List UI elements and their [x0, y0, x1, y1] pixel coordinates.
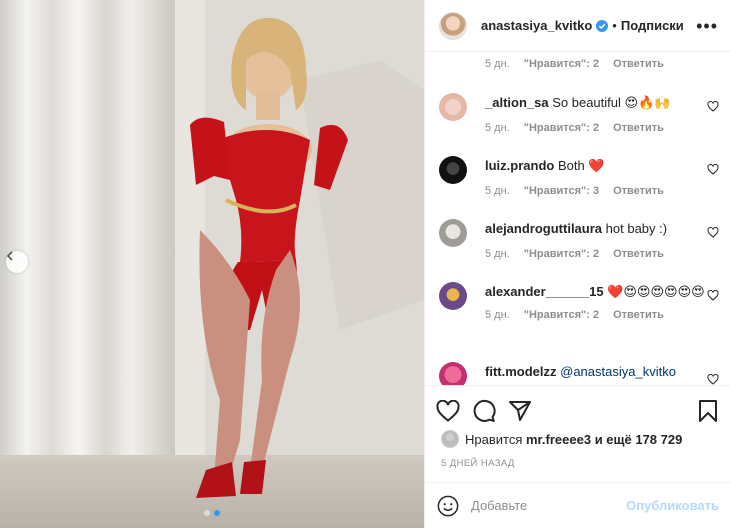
comment-input[interactable]: Добавьте	[471, 498, 626, 513]
comment-time: 5 дн.	[485, 58, 510, 70]
comment-meta: 5 дн. "Нравится": 2 Ответить	[485, 248, 725, 260]
carousel-prev-icon	[6, 251, 13, 261]
comment-likes-count[interactable]: "Нравится": 2	[524, 122, 599, 134]
comment-item: fitt.modelzz @anastasiya_kvitko	[439, 362, 725, 385]
comment-time: 5 дн.	[485, 122, 510, 134]
comment-reply-button[interactable]: Ответить	[613, 248, 664, 260]
save-button[interactable]	[695, 398, 721, 424]
commenter-username[interactable]: alejandroguttilaura	[485, 221, 602, 236]
comment-time: 5 дн.	[485, 185, 510, 197]
comment-reply-button[interactable]: Ответить	[613, 185, 664, 197]
comment-time: 5 дн.	[485, 309, 510, 321]
comment-like-heart-icon[interactable]	[707, 290, 719, 301]
verified-badge-icon	[596, 19, 609, 32]
comment-meta: 5 дн. "Нравится": 2 Ответить	[485, 58, 664, 70]
likes-summary: Нравится mr.freeee3 и ещё 178 729	[441, 430, 682, 448]
comment-item: alejandroguttilaura hot baby :) 5 дн. "Н…	[439, 219, 725, 260]
header-separator: •	[612, 18, 617, 33]
carousel-dot[interactable]	[204, 510, 210, 516]
comments-list: 5 дн. "Нравится": 2 Ответить _altion_sa …	[425, 52, 730, 385]
commenter-username[interactable]: fitt.modelzz	[485, 364, 557, 379]
comment-text: ❤️😍😍😍😍😍😍	[607, 284, 705, 299]
heart-icon	[436, 399, 460, 422]
comment-icon	[473, 399, 496, 422]
post-header: anastasiya_kvitko • Подписки •••	[425, 0, 730, 52]
commenter-username[interactable]: _altion_sa	[485, 95, 549, 110]
comment-likes-count[interactable]: "Нравится": 2	[524, 309, 599, 321]
likes-prefix: Нравится	[465, 431, 523, 447]
carousel-dots	[0, 510, 424, 516]
commenter-avatar[interactable]	[439, 156, 467, 184]
comment-reply-button[interactable]: Ответить	[613, 58, 664, 70]
author-avatar[interactable]	[439, 11, 467, 40]
commenter-avatar[interactable]	[439, 362, 467, 385]
comment-reply-button[interactable]: Ответить	[613, 309, 664, 321]
share-icon	[509, 400, 531, 421]
commenter-avatar[interactable]	[439, 219, 467, 247]
bookmark-icon	[699, 399, 717, 422]
post-action-bar	[425, 385, 730, 435]
commenter-username[interactable]: luiz.prando	[485, 158, 554, 173]
comment-mention-link[interactable]: @anastasiya_kvitko	[560, 364, 676, 379]
add-comment-bar: Добавьте Опубликовать	[425, 482, 730, 528]
publish-button[interactable]: Опубликовать	[626, 498, 719, 513]
comment-item: alexander______15 ❤️😍😍😍😍😍😍 5 дн. "Нравит…	[439, 282, 725, 321]
post-side-panel: anastasiya_kvitko • Подписки ••• 5 дн. "…	[424, 0, 730, 528]
comment-reply-button[interactable]: Ответить	[613, 122, 664, 134]
author-username[interactable]: anastasiya_kvitko	[481, 18, 592, 33]
commenter-avatar[interactable]	[439, 93, 467, 121]
commenter-username[interactable]: alexander______15	[485, 284, 604, 299]
emoji-icon[interactable]	[437, 495, 459, 517]
following-button[interactable]: Подписки	[621, 18, 684, 33]
post-date[interactable]: 5 ДНЕЙ НАЗАД	[441, 458, 515, 469]
comment-meta: 5 дн. "Нравится": 2 Ответить	[485, 122, 725, 134]
comment-likes-count[interactable]: "Нравится": 2	[524, 58, 599, 70]
comment-text: hot baby :)	[605, 221, 668, 236]
carousel-dot-active[interactable]	[214, 510, 220, 516]
comment-likes-count[interactable]: "Нравится": 2	[524, 248, 599, 260]
photo-illustration	[0, 0, 424, 528]
comment-like-heart-icon[interactable]	[707, 374, 719, 385]
carousel-prev-button[interactable]	[6, 251, 28, 273]
comment-item: _altion_sa So beautiful 😍🔥🙌 5 дн. "Нрави…	[439, 93, 725, 134]
commenter-avatar[interactable]	[439, 282, 467, 310]
comment-button[interactable]	[471, 398, 497, 424]
comment-item: luiz.prando Both ❤️ 5 дн. "Нравится": 3 …	[439, 156, 725, 197]
comment-text: So beautiful 😍🔥🙌	[552, 95, 671, 110]
comment-meta: 5 дн. "Нравится": 2 Ответить	[485, 309, 725, 321]
comment-likes-count[interactable]: "Нравится": 3	[524, 185, 599, 197]
like-button[interactable]	[435, 398, 461, 424]
liker-avatar[interactable]	[441, 430, 459, 448]
post-photo	[0, 0, 424, 528]
comment-meta: 5 дн. "Нравится": 3 Ответить	[485, 185, 725, 197]
comment-like-heart-icon[interactable]	[707, 101, 719, 112]
likes-count[interactable]: и ещё 178 729	[595, 432, 683, 447]
comment-like-heart-icon[interactable]	[707, 164, 719, 175]
more-options-icon[interactable]: •••	[696, 17, 718, 35]
liker-username[interactable]: mr.freeee3	[526, 432, 591, 447]
comment-like-heart-icon[interactable]	[707, 227, 719, 238]
share-button[interactable]	[507, 398, 533, 424]
comment-text: Both ❤️	[557, 158, 605, 173]
comment-time: 5 дн.	[485, 248, 510, 260]
